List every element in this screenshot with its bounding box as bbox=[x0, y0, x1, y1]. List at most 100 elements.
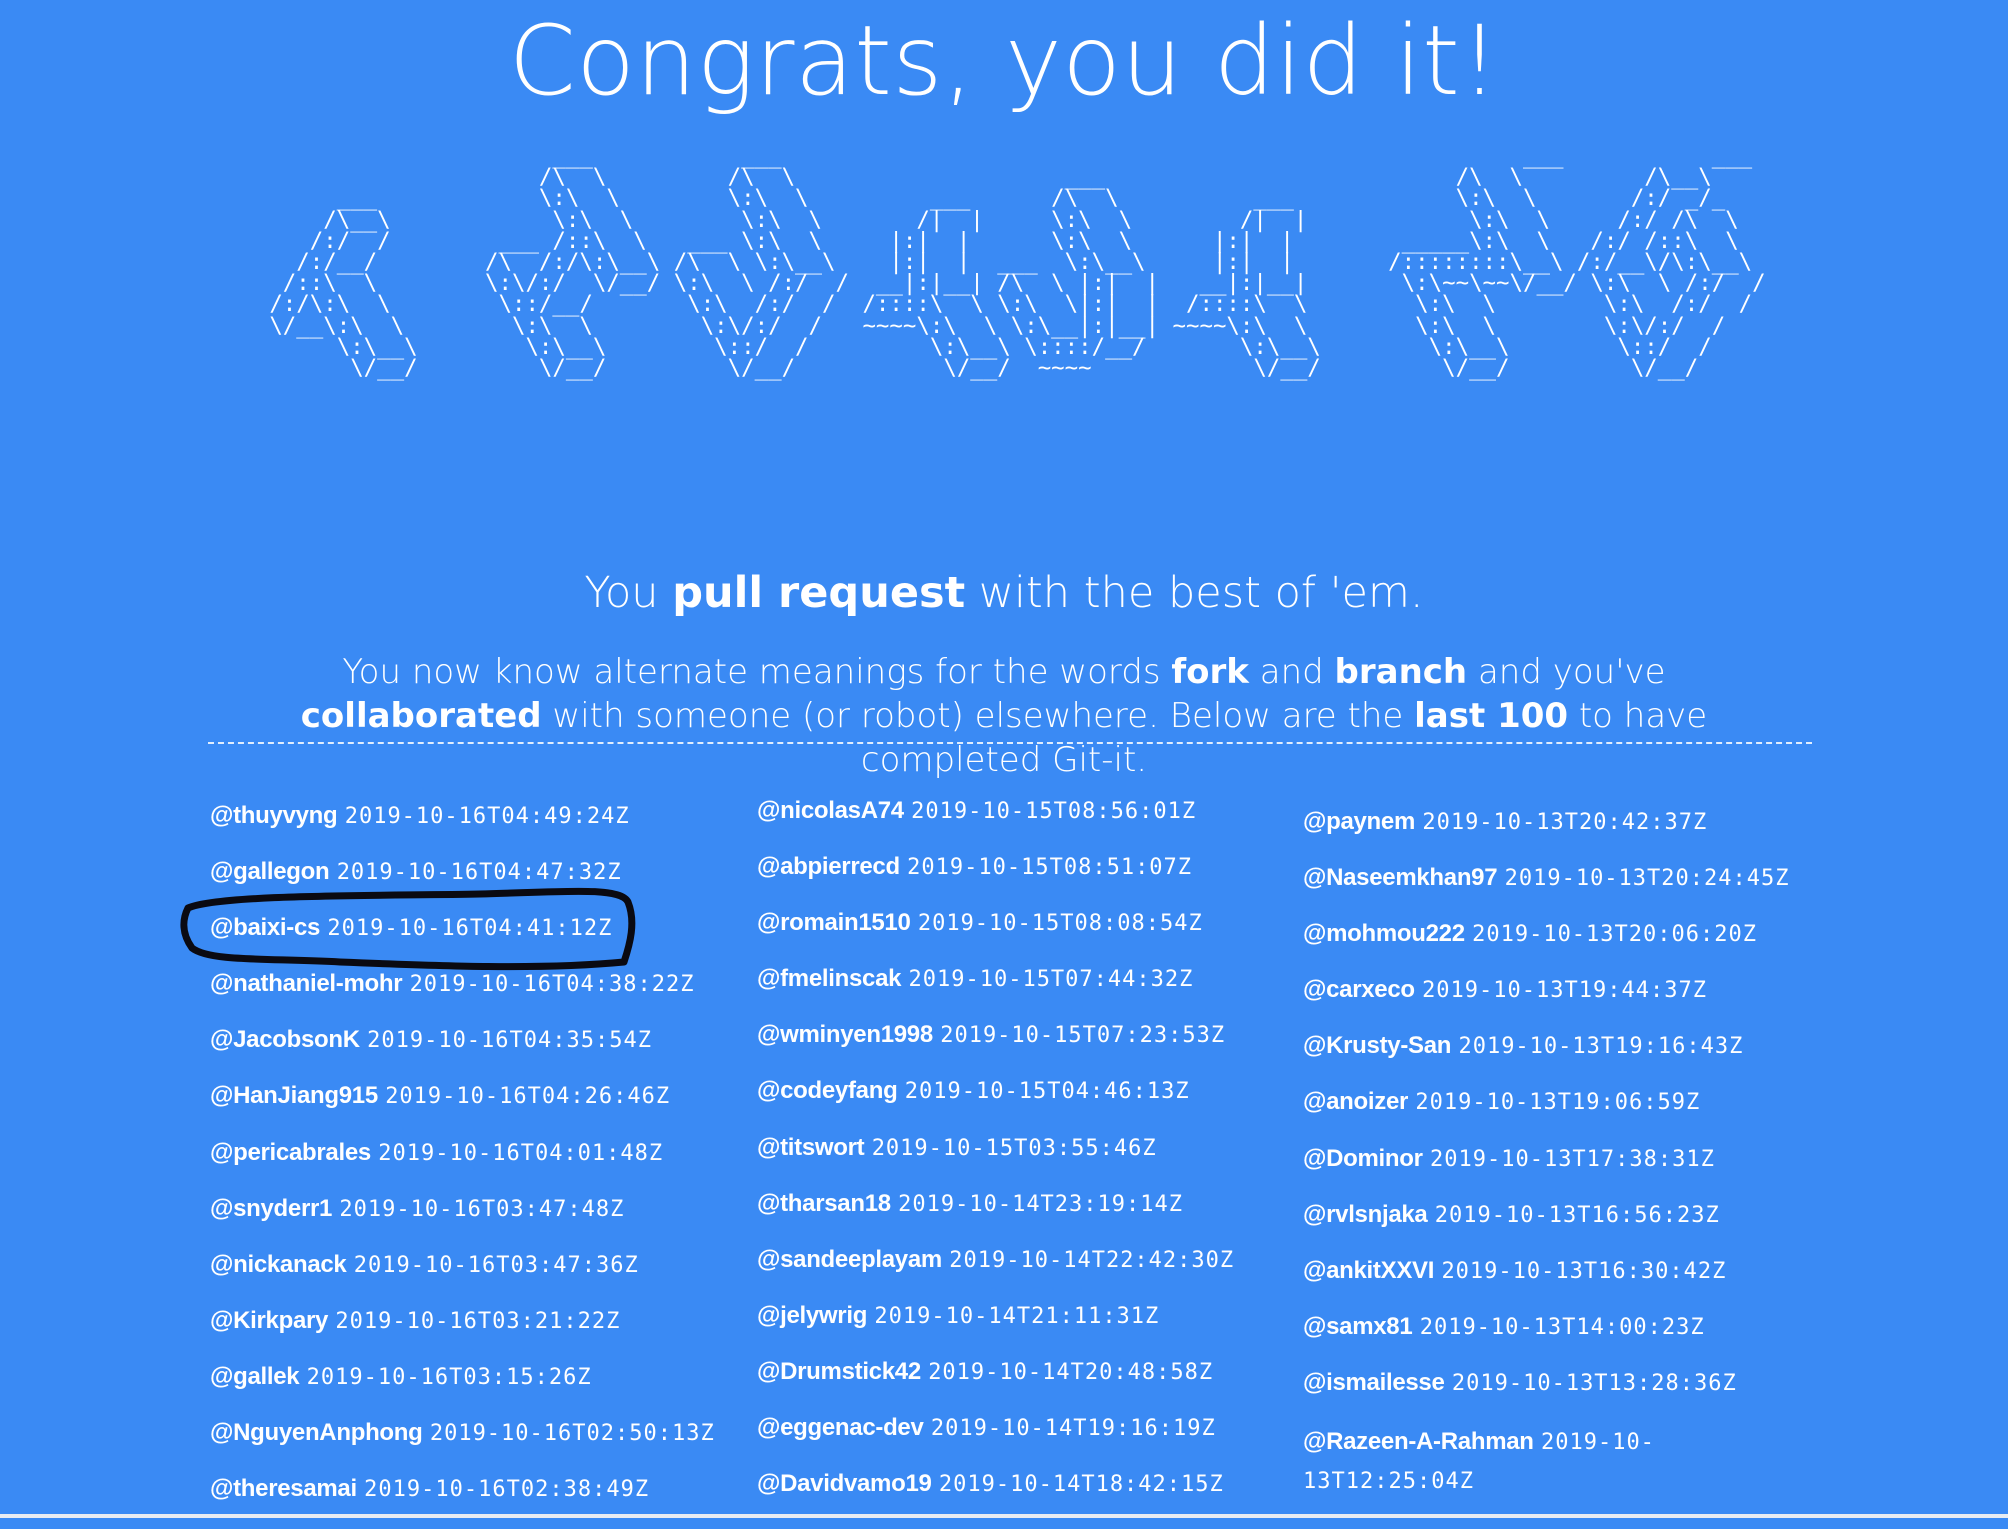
completion-entry: @paynem 2019-10-13T20:42:37Z bbox=[1303, 806, 1823, 862]
username-link[interactable]: @codeyfang bbox=[757, 1077, 898, 1104]
completion-entry: @titswort 2019-10-15T03:55:46Z bbox=[757, 1132, 1277, 1188]
username-link[interactable]: @Kirkpary bbox=[210, 1307, 328, 1334]
username-link[interactable]: @thuyvyng bbox=[210, 802, 338, 829]
username-link[interactable]: @sandeeplayam bbox=[757, 1246, 942, 1273]
completion-entry: @tharsan18 2019-10-14T23:19:14Z bbox=[757, 1188, 1277, 1244]
username-link[interactable]: @nickanack bbox=[210, 1251, 347, 1278]
completion-entry: @wminyen1998 2019-10-15T07:23:53Z bbox=[757, 1019, 1277, 1075]
username-link[interactable]: @HanJiang915 bbox=[210, 1082, 378, 1109]
window-bottom-edge bbox=[0, 1514, 2008, 1518]
username-link[interactable]: @wminyen1998 bbox=[757, 1021, 933, 1048]
username-link[interactable]: @paynem bbox=[1303, 808, 1415, 835]
completion-timestamp: 2019-10-16T03:47:36Z bbox=[353, 1252, 639, 1278]
completion-entry: @Drumstick42 2019-10-14T20:48:58Z bbox=[757, 1356, 1277, 1412]
completion-entry: @thuyvyng 2019-10-16T04:49:24Z bbox=[210, 800, 730, 856]
completion-timestamp: 2019-10-14T19:16:19Z bbox=[930, 1416, 1216, 1442]
page-title: Congrats, you did it! bbox=[508, 5, 1500, 118]
username-link[interactable]: @Krusty-San bbox=[1303, 1032, 1451, 1059]
completion-timestamp: 2019-10-16T04:49:24Z bbox=[344, 804, 630, 829]
completion-timestamp: 2019-10-13T19:44:37Z bbox=[1422, 978, 1707, 1004]
completion-timestamp: 2019-10-13T19:06:59Z bbox=[1415, 1090, 1701, 1116]
completion-timestamp: 2019-10-13T17:38:31Z bbox=[1429, 1146, 1715, 1172]
completion-timestamp: 2019-10-16T04:26:46Z bbox=[385, 1084, 671, 1110]
summary-text-2: and bbox=[1248, 652, 1335, 692]
completion-timestamp: 2019-10-15T08:51:07Z bbox=[907, 855, 1193, 881]
username-link[interactable]: @Naseemkhan97 bbox=[1303, 864, 1498, 891]
username-link[interactable]: @nathaniel-mohr bbox=[210, 970, 403, 997]
username-link[interactable]: @nicolasA74 bbox=[757, 797, 904, 824]
summary-text-1: You now know alternate meanings for the … bbox=[342, 652, 1172, 692]
completion-entry: @Krusty-San 2019-10-13T19:16:43Z bbox=[1303, 1030, 1823, 1086]
completion-entry: @nicolasA74 2019-10-15T08:56:01Z bbox=[757, 795, 1277, 851]
username-link[interactable]: @tharsan18 bbox=[757, 1190, 891, 1217]
completion-timestamp: 2019-10-14T23:19:14Z bbox=[898, 1191, 1184, 1217]
tagline-text-2: with the best of 'em. bbox=[965, 568, 1424, 618]
completion-entry: @JacobsonK 2019-10-16T04:35:54Z bbox=[210, 1024, 730, 1080]
username-link[interactable]: @carxeco bbox=[1303, 976, 1415, 1003]
summary-last-100: last 100 bbox=[1414, 696, 1569, 736]
completion-entry: @anoizer 2019-10-13T19:06:59Z bbox=[1303, 1086, 1823, 1142]
completion-entry: @carxeco 2019-10-13T19:44:37Z bbox=[1303, 974, 1823, 1030]
completion-entry: @HanJiang915 2019-10-16T04:26:46Z bbox=[210, 1080, 730, 1136]
completion-timestamp: 2019-10-15T08:08:54Z bbox=[917, 911, 1203, 937]
username-link[interactable]: @titswort bbox=[757, 1134, 865, 1161]
username-link[interactable]: @NguyenAnphong bbox=[210, 1419, 423, 1446]
completion-entry: @nickanack 2019-10-16T03:47:36Z bbox=[210, 1249, 730, 1305]
completion-timestamp: 2019-10-14T18:42:15Z bbox=[938, 1472, 1224, 1498]
username-link[interactable]: @Dominor bbox=[1303, 1145, 1423, 1172]
username-link[interactable]: @JacobsonK bbox=[210, 1026, 360, 1053]
completion-timestamp: 2019-10-16T03:15:26Z bbox=[306, 1364, 592, 1390]
username-link[interactable]: @Razeen-A-Rahman bbox=[1303, 1428, 1534, 1455]
username-link[interactable]: @snyderr1 bbox=[210, 1195, 332, 1222]
completion-timestamp: 2019-10-16T04:35:54Z bbox=[367, 1028, 652, 1054]
username-link[interactable]: @Davidvamo19 bbox=[757, 1470, 932, 1497]
username-link[interactable]: @ismailesse bbox=[1303, 1369, 1445, 1396]
username-link[interactable]: @theresamai bbox=[210, 1475, 357, 1502]
username-link[interactable]: @pericabrales bbox=[210, 1139, 371, 1166]
ascii-art-banner: ___ ___ ___ ___ /\ \ /\ \ ___ /\ \ /\__\… bbox=[0, 143, 2008, 382]
completion-timestamp: 2019-10-13T16:56:23Z bbox=[1434, 1202, 1720, 1228]
username-link[interactable]: @Drumstick42 bbox=[757, 1358, 921, 1385]
completion-timestamp: 2019-10-16T02:38:49Z bbox=[364, 1477, 650, 1503]
completion-entry: @mohmou222 2019-10-13T20:06:20Z bbox=[1303, 918, 1823, 974]
completion-timestamp: 2019-10-15T08:56:01Z bbox=[911, 799, 1197, 824]
username-link[interactable]: @gallegon bbox=[210, 858, 330, 885]
completion-timestamp: 2019-10-14T22:42:30Z bbox=[949, 1247, 1235, 1273]
tagline-emphasis: pull request bbox=[672, 568, 966, 618]
completions-column-3: @paynem 2019-10-13T20:42:37Z @Naseemkhan9… bbox=[1303, 806, 1823, 1494]
completion-timestamp: 2019-10-13T14:00:23Z bbox=[1419, 1314, 1705, 1340]
username-link[interactable]: @romain1510 bbox=[757, 909, 911, 936]
completion-timestamp: 2019-10-16T03:47:48Z bbox=[339, 1196, 625, 1222]
tagline-text-1: You bbox=[584, 568, 673, 618]
completion-timestamp: 2019-10-16T03:21:22Z bbox=[335, 1308, 621, 1334]
completion-entry: @Naseemkhan97 2019-10-13T20:24:45Z bbox=[1303, 862, 1823, 918]
completion-entry: @theresamai 2019-10-16T02:38:49Z bbox=[210, 1473, 730, 1529]
completion-timestamp: 2019-10-13T16:30:42Z bbox=[1441, 1258, 1727, 1284]
completion-timestamp: 2019-10-15T07:44:32Z bbox=[908, 967, 1194, 993]
completion-timestamp: 2019-10-13T19:16:43Z bbox=[1458, 1034, 1744, 1060]
username-link[interactable]: @anoizer bbox=[1303, 1088, 1408, 1115]
completion-entry: @ankitXXVI 2019-10-13T16:30:42Z bbox=[1303, 1255, 1823, 1311]
username-link[interactable]: @eggenac-dev bbox=[757, 1414, 924, 1441]
username-link[interactable]: @rvlsnjaka bbox=[1303, 1201, 1428, 1228]
completion-entry: @NguyenAnphong 2019-10-16T02:50:13Z bbox=[210, 1417, 730, 1473]
ascii-art-text: ___ ___ ___ ___ /\ \ /\ \ ___ /\ \ /\__\… bbox=[269, 143, 1766, 382]
username-link[interactable]: @mohmou222 bbox=[1303, 920, 1465, 947]
summary-collaborated: collaborated bbox=[300, 696, 542, 736]
completion-entry: @gallek 2019-10-16T03:15:26Z bbox=[210, 1361, 730, 1417]
username-link[interactable]: @fmelinscak bbox=[757, 965, 901, 992]
completion-timestamp: 2019-10-13T20:42:37Z bbox=[1422, 810, 1708, 835]
username-link[interactable]: @ankitXXVI bbox=[1303, 1257, 1434, 1284]
username-link[interactable]: @abpierrecd bbox=[757, 853, 900, 880]
completion-entry: @ismailesse 2019-10-13T13:28:36Z bbox=[1303, 1367, 1823, 1423]
completion-entry: @Razeen-A-Rahman 2019-10-13T12:25:04Z bbox=[1303, 1423, 1663, 1494]
completion-timestamp: 2019-10-16T04:47:32Z bbox=[336, 860, 622, 886]
summary-fork: fork bbox=[1171, 652, 1249, 692]
username-link[interactable]: @samx81 bbox=[1303, 1313, 1413, 1340]
username-link[interactable]: @baixi-cs bbox=[210, 914, 320, 941]
completion-entry: @eggenac-dev 2019-10-14T19:16:19Z bbox=[757, 1412, 1277, 1468]
username-link[interactable]: @gallek bbox=[210, 1363, 300, 1390]
username-link[interactable]: @jelywrig bbox=[757, 1302, 867, 1329]
completion-entry: @rvlsnjaka 2019-10-13T16:56:23Z bbox=[1303, 1199, 1823, 1255]
completion-entry: @Kirkpary 2019-10-16T03:21:22Z bbox=[210, 1305, 730, 1361]
